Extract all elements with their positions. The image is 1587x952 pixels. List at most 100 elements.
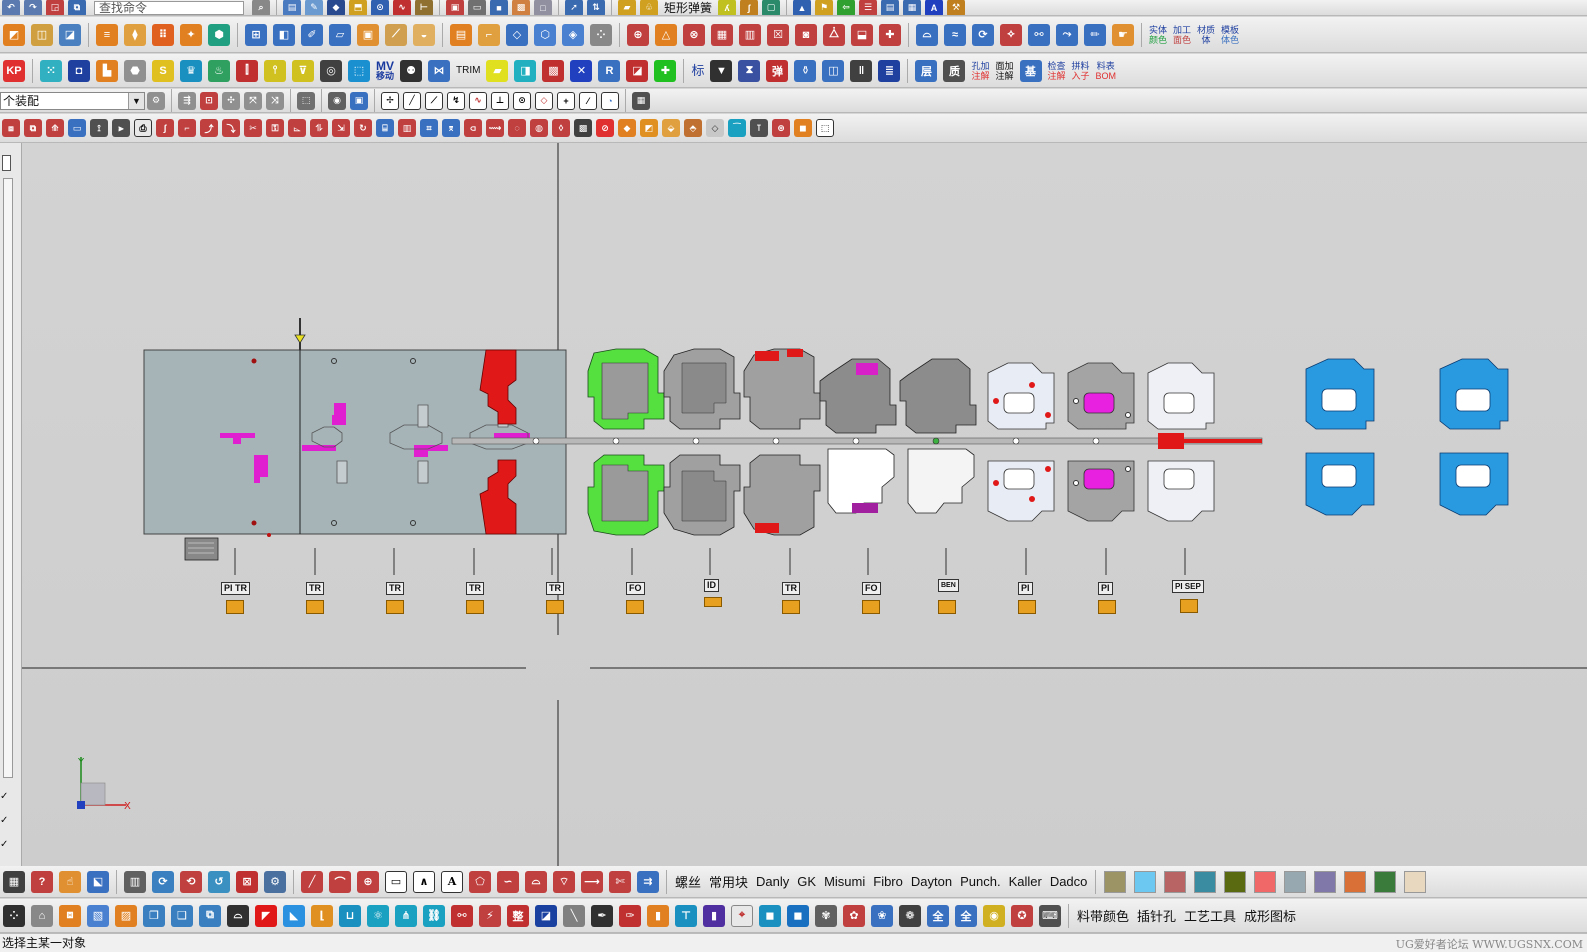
plate-icon[interactable]: ▭ bbox=[468, 0, 486, 15]
flow-alt-icon[interactable]: ⧉ bbox=[24, 119, 42, 137]
machining-face-color-button[interactable]: 加工 面色 bbox=[1173, 25, 1191, 45]
view-cube-icon[interactable]: ▣ bbox=[350, 91, 368, 110]
kaller-button[interactable]: Kaller bbox=[1009, 874, 1042, 889]
blue-cube-icon[interactable]: ◼ bbox=[759, 904, 781, 927]
punch-icon[interactable]: ◇ bbox=[506, 23, 528, 46]
wave-icon[interactable]: ≈ bbox=[944, 23, 966, 46]
red-link-icon[interactable]: ⚯ bbox=[451, 904, 473, 927]
text-a-icon[interactable]: A bbox=[925, 0, 944, 15]
box-orange-icon[interactable]: ▣ bbox=[357, 23, 379, 46]
orange-block-icon[interactable]: ▮ bbox=[647, 904, 669, 927]
pin-yellow-icon[interactable]: ⊽ bbox=[292, 59, 314, 82]
block-stack-icon[interactable]: ▙ bbox=[96, 59, 118, 82]
box-blue-icon[interactable]: ◫ bbox=[822, 59, 845, 82]
window-tile-icon[interactable]: ⧉ bbox=[199, 904, 221, 927]
color-swatch-6[interactable] bbox=[1254, 870, 1277, 893]
spline-icon[interactable]: ∽ bbox=[497, 870, 519, 893]
monitor-cross-icon[interactable]: ⊠ bbox=[236, 870, 258, 893]
thick-icon[interactable]: ▥ bbox=[398, 119, 416, 137]
bend-up-icon[interactable]: ⤴ bbox=[200, 119, 218, 137]
station-tag-3[interactable] bbox=[386, 600, 404, 614]
layer-text-icon[interactable]: 层 bbox=[915, 59, 938, 82]
snap-mid-icon[interactable]: ⟋ bbox=[425, 91, 443, 110]
table-icon[interactable]: ▦ bbox=[903, 0, 922, 15]
purple-block-icon[interactable]: ▮ bbox=[703, 904, 725, 927]
blue-cube-2-icon[interactable]: ◼ bbox=[787, 904, 809, 927]
punches-icon[interactable]: ▼ bbox=[710, 59, 733, 82]
station-tag-7[interactable] bbox=[704, 597, 722, 607]
surface-icon[interactable]: ⌆ bbox=[442, 119, 460, 137]
list-icon[interactable]: ☰ bbox=[859, 0, 878, 15]
extrude-icon[interactable]: ⬒ bbox=[349, 0, 367, 15]
rectangle-icon[interactable]: ▭ bbox=[385, 870, 407, 893]
danly-button[interactable]: Danly bbox=[756, 874, 789, 889]
plate-orange-icon[interactable]: ◩ bbox=[3, 23, 25, 46]
template-body-color-button[interactable]: 模板 体色 bbox=[1221, 25, 1239, 45]
blue-stack-icon[interactable]: ◪ bbox=[535, 904, 557, 927]
house-icon[interactable]: ⌂ bbox=[31, 904, 53, 927]
spin-dark-icon[interactable]: ❁ bbox=[899, 904, 921, 927]
snap-oncurve-icon[interactable]: ⁄ bbox=[579, 91, 597, 110]
filter-icon[interactable]: ⚙ bbox=[147, 91, 165, 110]
green-plus-icon[interactable]: ✚ bbox=[654, 59, 677, 82]
color-swatch-2[interactable] bbox=[1134, 870, 1157, 893]
trim-line-icon[interactable]: ✄ bbox=[609, 870, 631, 893]
slot-icon[interactable]: ▭ bbox=[68, 119, 86, 137]
arch-icon[interactable]: ⌓ bbox=[227, 904, 249, 927]
rotate-icon[interactable]: ↻ bbox=[354, 119, 372, 137]
station-tag-13[interactable] bbox=[1180, 599, 1198, 613]
station-label-10[interactable]: BEN bbox=[938, 579, 959, 592]
layer-icon[interactable]: ⧉ bbox=[68, 0, 86, 15]
frame-select-icon[interactable]: ⬚ bbox=[816, 119, 834, 137]
extend-icon[interactable]: ⟶ bbox=[581, 870, 603, 893]
select-icon[interactable]: ◲ bbox=[46, 0, 64, 15]
checker-icon[interactable]: ▩ bbox=[574, 119, 592, 137]
hole-icon[interactable]: ⊙ bbox=[371, 0, 389, 15]
assembly-icon[interactable]: ✦ bbox=[180, 23, 202, 46]
line-icon[interactable]: ╱ bbox=[301, 870, 323, 893]
station-label-9[interactable]: FO bbox=[862, 582, 881, 595]
station-label-6[interactable]: FO bbox=[626, 582, 645, 595]
block-shade-icon[interactable]: ▤ bbox=[450, 23, 472, 46]
hand-icon[interactable]: ☛ bbox=[1112, 23, 1134, 46]
chain-icon[interactable]: ⛓ bbox=[423, 904, 445, 927]
view-icon[interactable]: ▣ bbox=[446, 0, 464, 15]
sweep-icon[interactable]: ⟿ bbox=[486, 119, 504, 137]
select-all-icon[interactable]: ⇶ bbox=[178, 91, 196, 110]
guide-icon[interactable]: ♨ bbox=[208, 59, 230, 82]
spring-blue-icon[interactable]: ⧗ bbox=[738, 59, 761, 82]
orange-cube-icon[interactable]: ⬙ bbox=[662, 119, 680, 137]
station-label-11[interactable]: PI bbox=[1018, 582, 1033, 595]
spin-icon[interactable]: ✾ bbox=[815, 904, 837, 927]
spring-alt-icon[interactable]: ʃ bbox=[740, 0, 759, 15]
snap-point-icon[interactable]: ✢ bbox=[381, 91, 399, 110]
small-box-icon[interactable]: ◼ bbox=[794, 119, 812, 137]
curve-surface-icon[interactable]: ⌓ bbox=[916, 23, 938, 46]
color-swatch-11[interactable] bbox=[1404, 870, 1427, 893]
circle-plus-icon[interactable]: ⊕ bbox=[357, 870, 379, 893]
layer-box-icon[interactable]: ◪ bbox=[626, 59, 649, 82]
station-tag-11[interactable] bbox=[1018, 600, 1036, 614]
r-icon[interactable]: R bbox=[598, 59, 621, 82]
spring-set-icon[interactable]: ♧ bbox=[640, 0, 658, 15]
scroll-track[interactable] bbox=[3, 178, 13, 778]
link-icon[interactable]: ⚯ bbox=[1028, 23, 1050, 46]
snap-center-icon[interactable]: ⊙ bbox=[513, 91, 531, 110]
refresh-blue-icon[interactable]: ⟳ bbox=[152, 870, 174, 893]
flow-icon[interactable]: ⧈ bbox=[2, 119, 20, 137]
check-annotation-button[interactable]: 检查 注解 bbox=[1048, 61, 1066, 81]
station-tag-12[interactable] bbox=[1098, 600, 1116, 614]
s-shape-icon[interactable]: S bbox=[152, 59, 174, 82]
part-nav-icon[interactable]: ▤ bbox=[283, 0, 301, 15]
layers-icon[interactable]: ⧫ bbox=[124, 23, 146, 46]
cube-cyan-icon[interactable]: ⬚ bbox=[348, 59, 370, 82]
slab-icon[interactable]: ▱ bbox=[329, 23, 351, 46]
network-icon[interactable]: ⋔ bbox=[395, 904, 417, 927]
material-body-button[interactable]: 材质体 bbox=[1197, 25, 1215, 45]
orange-pack-icon[interactable]: ▨ bbox=[115, 904, 137, 927]
bottle-icon[interactable]: ⚱ bbox=[794, 59, 817, 82]
command-search-input[interactable]: 查找命令 bbox=[94, 0, 244, 15]
station-label-12[interactable]: PI bbox=[1098, 582, 1113, 595]
check-3[interactable]: ✓ bbox=[0, 839, 12, 853]
pen-icon[interactable]: ✐ bbox=[301, 23, 323, 46]
